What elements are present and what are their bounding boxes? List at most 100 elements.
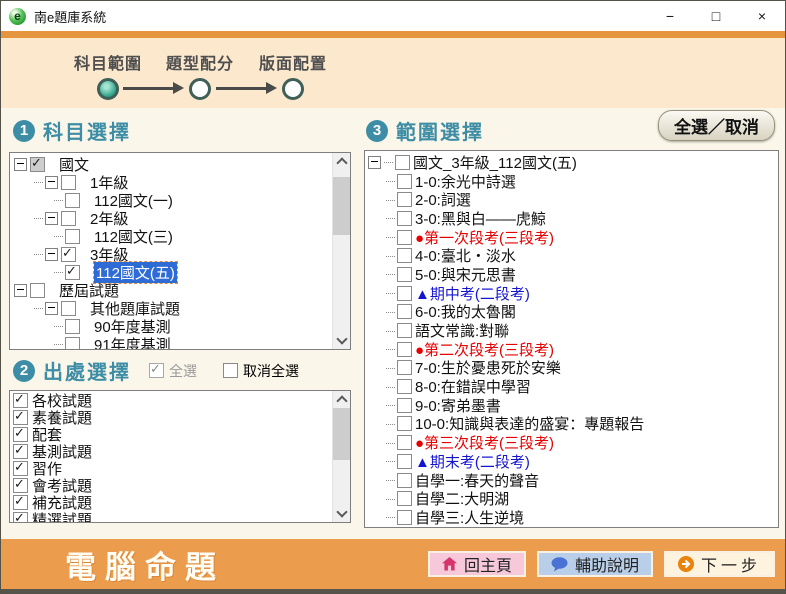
range-checkbox[interactable]	[397, 304, 412, 320]
step-circle-3[interactable]	[282, 78, 304, 100]
range-checkbox[interactable]	[397, 248, 412, 264]
range-tree-item[interactable]: 自學三:人生逆境	[368, 508, 778, 527]
deselect-all-checkbox[interactable]	[223, 363, 238, 378]
source-checkbox[interactable]	[13, 476, 28, 493]
scrollbar-thumb[interactable]	[333, 408, 350, 460]
range-tree-item[interactable]: 4-0:臺北・淡水	[368, 246, 778, 265]
subject-tree-item[interactable]: 3年級	[12, 245, 350, 264]
tree-checkbox[interactable]	[65, 228, 80, 244]
range-tree-item[interactable]: 3-0:黑與白——虎鯨	[368, 209, 778, 228]
subject-tree-item[interactable]: 90年度基測	[12, 317, 350, 336]
range-checkbox[interactable]	[397, 192, 412, 208]
scroll-up-icon[interactable]	[333, 153, 350, 170]
range-checkbox[interactable]	[397, 435, 412, 451]
range-tree-item[interactable]: 6-0:我的太魯閣	[368, 303, 778, 321]
source-checkbox[interactable]	[13, 493, 28, 510]
range-checkbox[interactable]	[397, 509, 412, 525]
source-checkbox[interactable]	[13, 442, 28, 459]
subject-tree-item[interactable]: 歷屆試題	[12, 281, 350, 300]
range-tree-item[interactable]: 國文_3年級_112國文(五)	[368, 153, 778, 172]
subject-tree-item[interactable]: 112國文(三)	[12, 227, 350, 246]
source-checkbox[interactable]	[13, 425, 28, 442]
scroll-up-icon[interactable]	[333, 391, 350, 408]
subject-tree-item[interactable]: 其他題庫試題	[12, 299, 350, 318]
close-button[interactable]: ×	[739, 1, 785, 31]
range-tree-item[interactable]: ●第三次段考(三段考)	[368, 433, 778, 452]
subject-tree-item[interactable]: 112國文(五)	[12, 260, 350, 284]
tree-checkbox[interactable]	[30, 282, 45, 298]
tree-checkbox[interactable]	[65, 336, 80, 349]
collapse-toggle-icon[interactable]	[45, 211, 58, 225]
tree-checkbox[interactable]	[65, 263, 80, 280]
tree-checkbox[interactable]	[61, 210, 76, 226]
tree-checkbox[interactable]	[65, 192, 80, 208]
scroll-down-icon[interactable]	[333, 505, 350, 522]
select-all-checkbox[interactable]	[149, 361, 164, 378]
range-checkbox[interactable]	[397, 397, 412, 413]
subject-tree-item[interactable]: 112國文(一)	[12, 191, 350, 210]
source-list-scrollbar[interactable]	[332, 391, 350, 522]
home-button[interactable]: 回主頁	[427, 551, 526, 577]
source-checkbox[interactable]	[13, 408, 28, 425]
subject-tree-item[interactable]: 2年級	[12, 209, 350, 228]
range-tree-item[interactable]: 9-0:寄弟墨書	[368, 396, 778, 415]
tree-checkbox[interactable]	[61, 174, 76, 190]
range-tree-item[interactable]: 5-0:與宋元思書	[368, 265, 778, 284]
tree-checkbox[interactable]	[30, 155, 45, 172]
range-checkbox[interactable]	[397, 266, 412, 282]
range-tree-item[interactable]: 自學二:大明湖	[368, 489, 778, 508]
range-checkbox[interactable]	[397, 453, 412, 469]
range-checkbox[interactable]	[397, 472, 412, 488]
help-button[interactable]: 輔助說明	[536, 551, 653, 577]
range-tree-item[interactable]: ▲期末考(二段考)	[368, 452, 778, 471]
range-checkbox[interactable]	[397, 323, 412, 339]
select-all-toggle-button[interactable]: 全選／取消	[658, 110, 775, 141]
range-checkbox[interactable]	[397, 360, 412, 376]
subject-tree-scrollbar[interactable]	[332, 153, 350, 349]
scrollbar-thumb[interactable]	[333, 177, 350, 235]
subject-tree-item[interactable]: 1年級	[12, 173, 350, 192]
range-tree-item[interactable]: 1-0:余光中詩選	[368, 172, 778, 191]
range-checkbox[interactable]	[395, 154, 410, 170]
range-checkbox[interactable]	[397, 379, 412, 395]
maximize-button[interactable]: □	[693, 1, 739, 31]
range-checkbox[interactable]	[397, 341, 412, 357]
range-checkbox[interactable]	[397, 491, 412, 507]
source-checkbox[interactable]	[13, 391, 28, 408]
scroll-down-icon[interactable]	[333, 332, 350, 349]
source-list-item[interactable]: 精選試題	[11, 510, 350, 522]
range-tree-item[interactable]: 2-0:詞選	[368, 190, 778, 209]
step-circle-1[interactable]	[97, 78, 119, 100]
subject-tree-item[interactable]: 91年度基測	[12, 335, 350, 349]
source-checkbox[interactable]	[13, 510, 28, 522]
tree-checkbox[interactable]	[65, 318, 80, 334]
collapse-toggle-icon[interactable]	[14, 283, 27, 297]
range-tree-item[interactable]: ▲期中考(二段考)	[368, 284, 778, 303]
tree-connector	[384, 161, 393, 164]
range-checkbox[interactable]	[397, 210, 412, 226]
collapse-toggle-icon[interactable]	[368, 155, 381, 169]
range-tree-item[interactable]: 8-0:在錯誤中學習	[368, 377, 778, 396]
minimize-button[interactable]: −	[647, 1, 693, 31]
tree-checkbox[interactable]	[61, 245, 76, 262]
tree-checkbox[interactable]	[61, 300, 76, 316]
range-tree-item[interactable]: 7-0:生於憂患死於安樂	[368, 359, 778, 377]
range-tree-item[interactable]: 語文常識:對聯	[368, 321, 778, 340]
range-checkbox[interactable]	[397, 416, 412, 432]
range-tree-item[interactable]: ●第一次段考(三段考)	[368, 228, 778, 247]
range-checkbox[interactable]	[397, 173, 412, 189]
collapse-toggle-icon[interactable]	[45, 301, 58, 315]
collapse-toggle-icon[interactable]	[45, 247, 58, 261]
range-tree-item[interactable]: ●第二次段考(三段考)	[368, 340, 778, 359]
range-checkbox[interactable]	[397, 229, 412, 245]
range-tree-item[interactable]: 自學一:春天的聲音	[368, 471, 778, 490]
range-tree-item[interactable]: 10-0:知識與表達的盛宴：專題報告	[368, 415, 778, 433]
collapse-toggle-icon[interactable]	[45, 175, 58, 189]
tree-connector	[386, 498, 395, 500]
source-checkbox[interactable]	[13, 459, 28, 476]
subject-tree-item[interactable]: 國文	[12, 155, 350, 174]
step-circle-2[interactable]	[189, 78, 211, 100]
collapse-toggle-icon[interactable]	[14, 157, 27, 171]
range-checkbox[interactable]	[397, 285, 412, 301]
next-step-button[interactable]: 下一步	[663, 551, 775, 577]
